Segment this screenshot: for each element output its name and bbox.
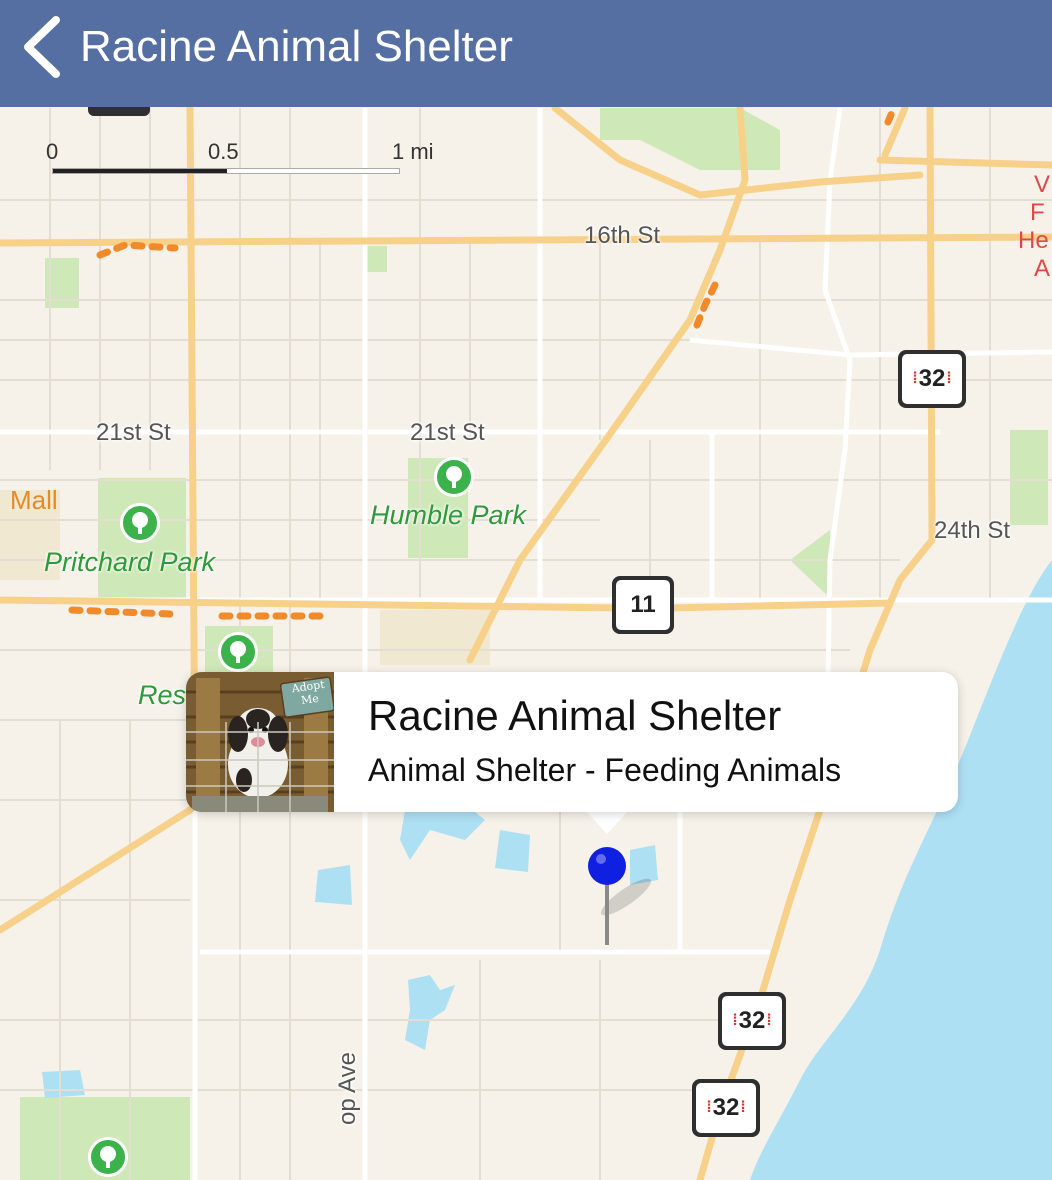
shield-number: 32	[738, 1007, 766, 1034]
shield-number: 11	[630, 591, 656, 618]
shield-number: 32	[712, 1094, 740, 1121]
shelter-thumbnail[interactable]: Adopt Me	[186, 672, 334, 812]
us-highway-32-shield: ⁞ 32 ⁞	[898, 350, 966, 408]
us-highway-32-shield: ⁞ 32 ⁞	[718, 992, 786, 1050]
callout-subtitle: Animal Shelter - Feeding Animals	[368, 752, 842, 788]
poi-label-partial: He	[1018, 227, 1049, 254]
us-highway-32-shield: ⁞ 32 ⁞	[692, 1079, 760, 1137]
poi-label-partial: A	[1034, 255, 1051, 282]
scale-label-zero: 0	[46, 139, 59, 164]
state-highway-11-shield: 11	[612, 576, 674, 634]
map-callout[interactable]: Adopt Me Racine Animal Shelter Animal Sh…	[186, 672, 958, 812]
back-button[interactable]	[18, 14, 68, 80]
street-label-21st-west: 21st St	[96, 419, 171, 446]
scale-label-one: 1 mi	[392, 139, 434, 164]
park-tree-icon	[88, 1137, 128, 1177]
street-label-21st-center: 21st St	[410, 419, 485, 446]
park-tree-icon	[218, 632, 258, 672]
park-label-res: Res	[138, 680, 187, 710]
scale-bar-fill	[53, 169, 227, 173]
callout-title: Racine Animal Shelter	[368, 692, 782, 739]
navigation-bar: Racine Animal Shelter	[0, 0, 1052, 107]
scale-label-half: 0.5	[208, 139, 239, 164]
street-label-avenue: op Ave	[334, 1052, 361, 1125]
callout-pointer	[585, 810, 629, 834]
location-pin[interactable]	[586, 845, 666, 954]
park-tree-icon	[434, 457, 474, 497]
map-view[interactable]: 0 0.5 1 mi 16th St 21st St 21st St 24th …	[0, 107, 1052, 1180]
poi-label-mall: Mall	[10, 485, 58, 515]
park-label-pritchard: Pritchard Park	[44, 547, 216, 577]
shield-number: 32	[918, 365, 946, 392]
park-label-humble: Humble Park	[370, 500, 527, 530]
park-tree-icon	[120, 503, 160, 543]
poi-label-partial: F	[1030, 199, 1045, 226]
page-title: Racine Animal Shelter	[80, 22, 513, 71]
street-label-16th: 16th St	[584, 222, 661, 249]
map-canvas	[0, 107, 1052, 1180]
poi-label-partial: V	[1034, 171, 1051, 198]
scale-bar	[52, 168, 400, 174]
street-label-24th: 24th St	[934, 517, 1011, 544]
chevron-left-icon	[24, 16, 60, 78]
